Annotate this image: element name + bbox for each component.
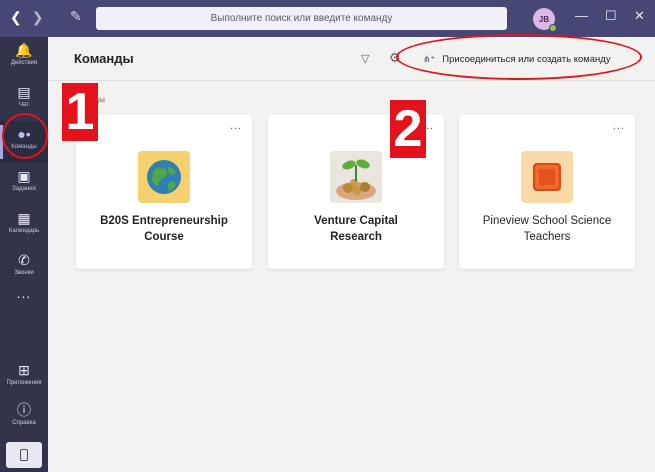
- bell-icon: 🔔: [15, 42, 33, 58]
- more-options-icon[interactable]: ...: [230, 120, 242, 132]
- search-placeholder: Выполните поиск или введите команду: [210, 13, 393, 24]
- team-name-line2: Teachers: [523, 231, 571, 243]
- team-name: Venture Capital Research: [278, 213, 434, 245]
- phone-icon: ✆: [18, 252, 30, 268]
- team-name: Pineview School Science Teachers: [469, 213, 625, 245]
- team-name-line1: B20S Entrepreneurship: [100, 215, 228, 227]
- rail-item-label: Задания: [12, 186, 36, 192]
- team-name-line1: Venture Capital: [314, 215, 398, 227]
- maximize-icon[interactable]: ☐: [605, 8, 617, 24]
- assignments-icon: ▣: [17, 168, 31, 184]
- rail-item-help[interactable]: ⓘ Справка: [0, 397, 48, 439]
- rail-item-label: Календарь: [8, 228, 40, 234]
- rail-item-activity[interactable]: 🔔 Действия: [0, 37, 48, 79]
- more-apps-button[interactable]: ...: [0, 285, 48, 301]
- team-name-line1: Pineview School Science: [482, 215, 612, 227]
- annotation-circle-teams: [2, 113, 48, 159]
- team-name-line2: Research: [330, 231, 382, 243]
- compose-icon[interactable]: ✎: [70, 8, 82, 25]
- help-icon: ⓘ: [17, 402, 31, 418]
- filter-icon[interactable]: ▽: [361, 52, 369, 65]
- team-card-b20s[interactable]: ... B20S Entrepreneurship Course: [76, 115, 252, 269]
- search-input[interactable]: Выполните поиск или введите команду: [96, 7, 507, 30]
- annotation-ellipse-join: [396, 34, 642, 80]
- rail-item-calls[interactable]: ✆ Звонки: [0, 247, 48, 289]
- team-name: B20S Entrepreneurship Course: [86, 213, 242, 245]
- minimize-icon[interactable]: —: [575, 8, 588, 23]
- chat-icon: ▤: [17, 84, 31, 100]
- status-dot: [549, 24, 557, 32]
- nav-arrows: ❮❯: [10, 9, 53, 26]
- rail-item-calendar[interactable]: ▦ Календарь: [0, 205, 48, 247]
- app-rail: 🔔 Действия ▤ Чат ●• Команды ▣ Задания ▦ …: [0, 37, 48, 472]
- close-icon[interactable]: ✕: [634, 8, 645, 24]
- rail-item-apps[interactable]: ⊞ Приложения: [0, 357, 48, 399]
- avatar[interactable]: JB: [533, 8, 557, 32]
- team-card-pineview[interactable]: ... Pineview School Science Teachers: [459, 115, 635, 269]
- globe-logo: [138, 151, 190, 203]
- rail-item-label: Действия: [10, 60, 38, 66]
- mobile-device-icon: [20, 449, 28, 461]
- mobile-device-button[interactable]: [6, 442, 42, 468]
- title-bar: ❮❯ ✎ Выполните поиск или введите команду…: [0, 0, 655, 37]
- page-title: Команды: [74, 51, 134, 66]
- team-name-line2: Course: [144, 231, 184, 243]
- annotation-marker-2: 2: [390, 100, 426, 158]
- rail-item-assignments[interactable]: ▣ Задания: [0, 163, 48, 205]
- calendar-icon: ▦: [17, 210, 31, 226]
- orange-square-logo: [521, 151, 573, 203]
- avatar-initials: JB: [538, 14, 550, 24]
- chevron-left-icon[interactable]: ❮: [10, 9, 32, 26]
- plant-coins-logo: [330, 151, 382, 203]
- annotation-marker-1: 1: [62, 83, 98, 141]
- rail-item-label: Звонки: [14, 270, 34, 276]
- rail-item-label: Приложения: [6, 380, 42, 386]
- chevron-right-icon[interactable]: ❯: [32, 9, 54, 26]
- rail-item-label: Справка: [12, 420, 36, 426]
- rail-item-label: Чат: [19, 102, 29, 108]
- apps-icon: ⊞: [18, 362, 30, 378]
- more-options-icon[interactable]: ...: [613, 120, 625, 132]
